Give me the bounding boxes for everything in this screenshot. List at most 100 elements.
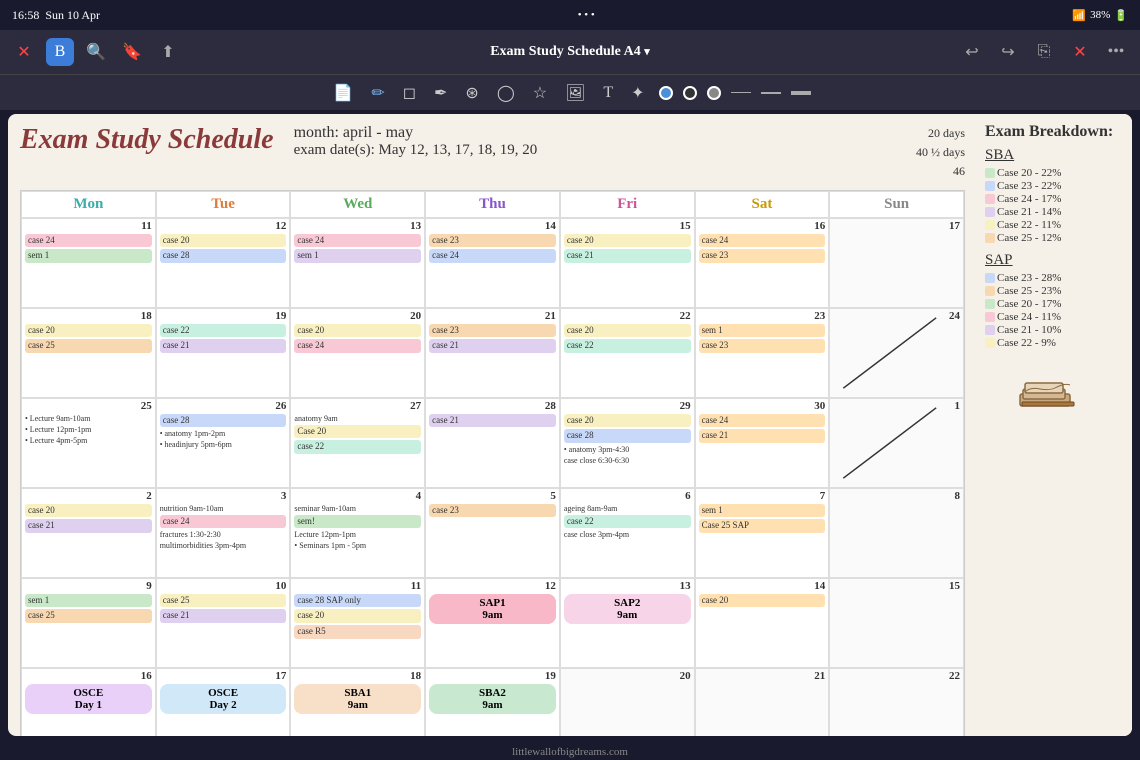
exam-osce2: OSCEDay 2 [160, 684, 287, 714]
cell-3: 3 nutrition 9am-10am case 24 fractures 1… [156, 488, 291, 578]
star-tool[interactable]: ☆ [529, 81, 551, 105]
event-case20-27: Case 20 [294, 425, 421, 439]
cell-13: 13 case 24 sem 1 [290, 218, 425, 308]
title-text: Exam Study Schedule A4 [490, 44, 641, 59]
pen-tool[interactable]: ✏ [367, 81, 388, 105]
seminar-4: seminar 9am-10am [294, 504, 421, 513]
app-icon[interactable]: B [46, 38, 74, 66]
cell-21: 21 case 23 case 21 [425, 308, 560, 398]
document-title: Exam Study Schedule A4 ▾ [294, 44, 846, 60]
event-sem1-23: sem 1 [699, 324, 826, 338]
undo-button[interactable]: ↩ [958, 38, 986, 66]
event-case25-11b: case R5 [294, 625, 421, 639]
close-doc-button[interactable]: ✕ [1066, 38, 1094, 66]
exam-sap2: SAP29am [564, 594, 691, 624]
cell-21b: 21 [695, 668, 830, 736]
bookmark-icon[interactable]: 🔖 [118, 38, 146, 66]
event-case24-14: case 24 [429, 249, 556, 263]
event-case20-18: case 20 [25, 324, 152, 338]
cell-7: 7 sem 1 Case 25 SAP [695, 488, 830, 578]
pencil-tool[interactable]: ✒ [430, 81, 451, 105]
sba-item-4: Case 22 - 11% [985, 219, 1124, 231]
cell-4: 4 seminar 9am-10am sem! Lecture 12pm-1pm… [290, 488, 425, 578]
sba-item-0: Case 20 - 22% [985, 167, 1124, 179]
anatomy-27: anatomy 9am [294, 414, 421, 423]
lasso-tool[interactable]: ⊛ [461, 81, 482, 105]
exam-sba1: SBA19am [294, 684, 421, 714]
event-case21-30: case 21 [699, 429, 826, 443]
event-case28-29: case 28 [564, 429, 691, 443]
sap-dot-1 [985, 286, 995, 296]
stroke-thin[interactable] [731, 92, 751, 93]
more-options-button[interactable]: ••• [1102, 38, 1130, 66]
lecture-25-1: • Lecture 9am-10am [25, 414, 152, 423]
color-gray[interactable] [707, 86, 721, 100]
cell-30: 30 case 24 case 21 [695, 398, 830, 488]
sap-item-5: Case 22 - 9% [985, 337, 1124, 349]
exam-sba2: SBA29am [429, 684, 556, 714]
stroke-medium[interactable] [761, 92, 781, 94]
calendar-grid: Mon Tue Wed Thu Fri Sat Sun 11 case 24 s… [20, 190, 965, 736]
doc-icon[interactable]: 📄 [329, 81, 357, 105]
search-icon[interactable]: 🔍 [82, 38, 110, 66]
sap-item-0: Case 23 - 28% [985, 272, 1124, 284]
color-black[interactable] [683, 86, 697, 100]
status-bar: 16:58 Sun 10 Apr • • • 📶 38% 🔋 [0, 0, 1140, 30]
image-tool[interactable]: 🖼 [561, 81, 589, 105]
sba-dot-5 [985, 233, 995, 243]
event-sem1-13: sem 1 [294, 249, 421, 263]
sba-item-3: Case 21 - 14% [985, 206, 1124, 218]
cell-13b: 13 SAP29am [560, 578, 695, 668]
schedule-header: Exam Study Schedule month: april - may e… [20, 124, 965, 182]
cell-11: 11 case 24 sem 1 [21, 218, 156, 308]
wand-tool[interactable]: ✦ [627, 81, 648, 105]
sap-section: SAP Case 23 - 28% Case 25 - 23% Case 20 … [985, 252, 1124, 349]
event-case23-16: case 23 [699, 249, 826, 263]
event-case24-16: case 24 [699, 234, 826, 248]
ageing-6: ageing 8am-9am [564, 504, 691, 513]
close-button[interactable]: ✕ [10, 38, 38, 66]
cell-18: 18 case 20 case 25 [21, 308, 156, 398]
header-sun: Sun [829, 191, 964, 218]
sap-dot-3 [985, 312, 995, 322]
cell-22: 22 case 20 case 22 [560, 308, 695, 398]
export-icon[interactable]: ⎘ [1030, 38, 1058, 66]
sap-dot-0 [985, 273, 995, 283]
event-case20-2: case 20 [25, 504, 152, 518]
books-decoration [985, 359, 1124, 429]
event-case20-12: case 20 [160, 234, 287, 248]
eraser-tool[interactable]: ◻ [399, 81, 420, 105]
content-area: Exam Study Schedule month: april - may e… [8, 114, 1132, 736]
stroke-thick[interactable] [791, 91, 811, 95]
cell-19b: 19 SBA29am [425, 668, 560, 736]
color-blue[interactable] [659, 86, 673, 100]
event-case22-27: case 22 [294, 440, 421, 454]
cell-20b: 20 [560, 668, 695, 736]
cell-22b: 22 [829, 668, 964, 736]
toolbar-left: ✕ B 🔍 🔖 ⬆ [10, 38, 286, 66]
sba-section: SBA Case 20 - 22% Case 23 - 22% Case 24 … [985, 147, 1124, 244]
share-icon[interactable]: ⬆ [154, 38, 182, 66]
cell-2: 2 case 20 case 21 [21, 488, 156, 578]
title-chevron[interactable]: ▾ [644, 46, 650, 58]
day: Sun 10 Apr [45, 8, 100, 23]
shape-tool[interactable]: ◯ [493, 81, 519, 105]
redo-button[interactable]: ↪ [994, 38, 1022, 66]
cell-12: 12 case 20 case 28 [156, 218, 291, 308]
event-case24-13: case 24 [294, 234, 421, 248]
sap-dot-5 [985, 338, 995, 348]
cell-10: 10 case 25 case 21 [156, 578, 291, 668]
event-case21-19: case 21 [160, 339, 287, 353]
text-tool[interactable]: T [599, 82, 617, 104]
event-case21-28: case 21 [429, 414, 556, 428]
header-fri: Fri [560, 191, 695, 218]
event-case22-22: case 22 [564, 339, 691, 353]
lecture-25-3: • Lecture 4pm-5pm [25, 436, 152, 445]
event-case21-21: case 21 [429, 339, 556, 353]
sba-dot-3 [985, 207, 995, 217]
sap-item-3: Case 24 - 11% [985, 311, 1124, 323]
battery-icon: 🔋 [1114, 9, 1128, 22]
draw-toolbar: 📄 ✏ ◻ ✒ ⊛ ◯ ☆ 🖼 T ✦ [0, 74, 1140, 110]
event-case21-15: case 21 [564, 249, 691, 263]
sba-item-5: Case 25 - 12% [985, 232, 1124, 244]
